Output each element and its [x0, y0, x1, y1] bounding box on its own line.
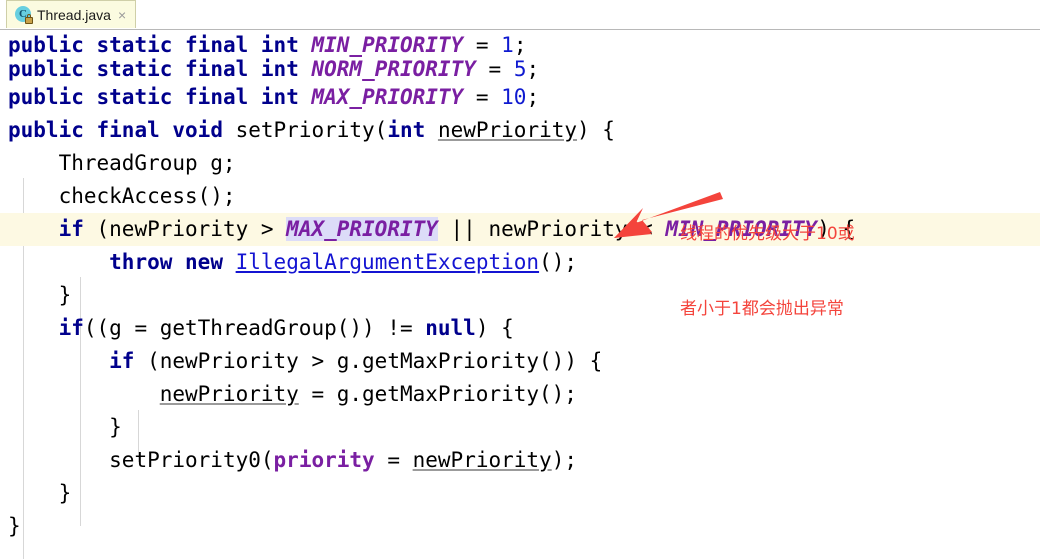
annotation-line-2: 者小于1都会抛出异常 [680, 299, 844, 319]
condition-part-1: (newPriority > [83, 217, 287, 241]
code-line-4: public final void setPriority(int newPri… [0, 114, 1040, 147]
keyword-int: int [260, 85, 299, 109]
param-new-priority: newPriority [159, 382, 299, 406]
keyword-final: final [185, 57, 249, 81]
assignment: = g.getMaxPriority(); [298, 382, 577, 406]
keyword-if: if [58, 316, 84, 340]
keyword-static: static [96, 57, 173, 81]
constant-max-priority-selected: MAX_PRIORITY [286, 217, 438, 241]
keyword-public: public [8, 57, 84, 81]
keyword-static: static [96, 33, 173, 57]
code-line-15: } [0, 477, 1040, 510]
code-editor[interactable]: public static final int MIN_PRIORITY = 1… [0, 30, 1040, 559]
keyword-public: public [8, 118, 84, 142]
code-line-11: if (newPriority > g.getMaxPriority()) { [0, 345, 1040, 378]
semicolon: ; [526, 85, 540, 109]
editor-tab-thread-java[interactable]: C Thread.java × [6, 0, 137, 28]
code-line-9: } [0, 279, 1040, 312]
java-class-icon: C [15, 6, 33, 24]
closing-brace: } [8, 415, 122, 439]
keyword-public: public [8, 33, 84, 57]
editor-tab-bar: C Thread.java × [0, 0, 1040, 30]
closing-brace: } [8, 283, 72, 307]
code-line-1: public static final int MIN_PRIORITY = 1… [0, 33, 1040, 57]
code-lines: public static final int MIN_PRIORITY = 1… [0, 33, 1040, 543]
operator: = [475, 57, 514, 81]
keyword-if: if [109, 349, 135, 373]
code-line-12: newPriority = g.getMaxPriority(); [0, 378, 1040, 411]
param-new-priority: newPriority [437, 118, 578, 142]
constant-max-priority: MAX_PRIORITY [311, 85, 464, 109]
code-line-10: if((g = getThreadGroup()) != null) { [0, 312, 1040, 345]
keyword-void: void [172, 118, 223, 142]
declaration-thread-group: ThreadGroup g; [8, 151, 236, 175]
number-literal: 1 [501, 33, 514, 57]
keyword-null: null [425, 316, 476, 340]
keyword-final: final [96, 118, 160, 142]
closing-brace: } [8, 514, 21, 538]
call-set-priority0: setPriority0( [109, 448, 274, 472]
keyword-int: int [260, 33, 299, 57]
condition-part-2: || newPriority < [437, 217, 666, 241]
code-line-7-current: if (newPriority > MAX_PRIORITY || newPri… [0, 213, 1040, 246]
keyword-if: if [58, 217, 84, 241]
annotation-line-1: 线程的优先级大于10或 [680, 224, 855, 244]
annotation-text: 线程的优先级大于10或 者小于1都会抛出异常 [680, 172, 855, 372]
semicolon: ; [513, 33, 527, 57]
param-new-priority: newPriority [412, 448, 552, 472]
keyword-static: static [96, 85, 173, 109]
close-icon[interactable]: × [118, 8, 126, 22]
number-literal: 5 [513, 57, 527, 81]
line-tail: (); [539, 250, 577, 274]
code-line-6: checkAccess(); [0, 180, 1040, 213]
method-name-set-priority: setPriority( [222, 118, 388, 142]
type-illegal-argument-exception[interactable]: IllegalArgumentException [236, 250, 539, 274]
field-priority: priority [273, 448, 375, 472]
operator: = [463, 85, 502, 109]
keyword-throw: throw [109, 250, 173, 274]
operator: = [374, 448, 413, 472]
line-tail: ); [551, 448, 577, 472]
call-check-access: checkAccess(); [8, 184, 236, 208]
keyword-final: final [185, 33, 249, 57]
code-line-13: } [0, 411, 1040, 444]
keyword-int: int [260, 57, 299, 81]
code-line-3: public static final int MAX_PRIORITY = 1… [0, 81, 1040, 114]
code-line-14: setPriority0(priority = newPriority); [0, 444, 1040, 477]
keyword-final: final [185, 85, 249, 109]
closing-brace: } [8, 481, 72, 505]
semicolon: ; [526, 57, 540, 81]
operator: = [463, 33, 502, 57]
constant-norm-priority: NORM_PRIORITY [311, 57, 476, 81]
condition: (newPriority > g.getMaxPriority()) { [134, 349, 603, 373]
keyword-new: new [185, 250, 223, 274]
code-line-16: } [0, 510, 1040, 543]
line-tail: ) { [475, 316, 514, 340]
code-line-8: throw new IllegalArgumentException(); [0, 246, 1040, 279]
code-line-2: public static final int NORM_PRIORITY = … [0, 57, 1040, 81]
number-literal: 10 [501, 85, 527, 109]
keyword-public: public [8, 85, 84, 109]
constant-min-priority: MIN_PRIORITY [311, 33, 464, 57]
line-tail: ) { [577, 118, 615, 142]
code-line-5: ThreadGroup g; [0, 147, 1040, 180]
keyword-int: int [387, 118, 426, 142]
condition-part-1: ((g = getThreadGroup()) != [83, 316, 426, 340]
tab-label: Thread.java [37, 6, 111, 23]
